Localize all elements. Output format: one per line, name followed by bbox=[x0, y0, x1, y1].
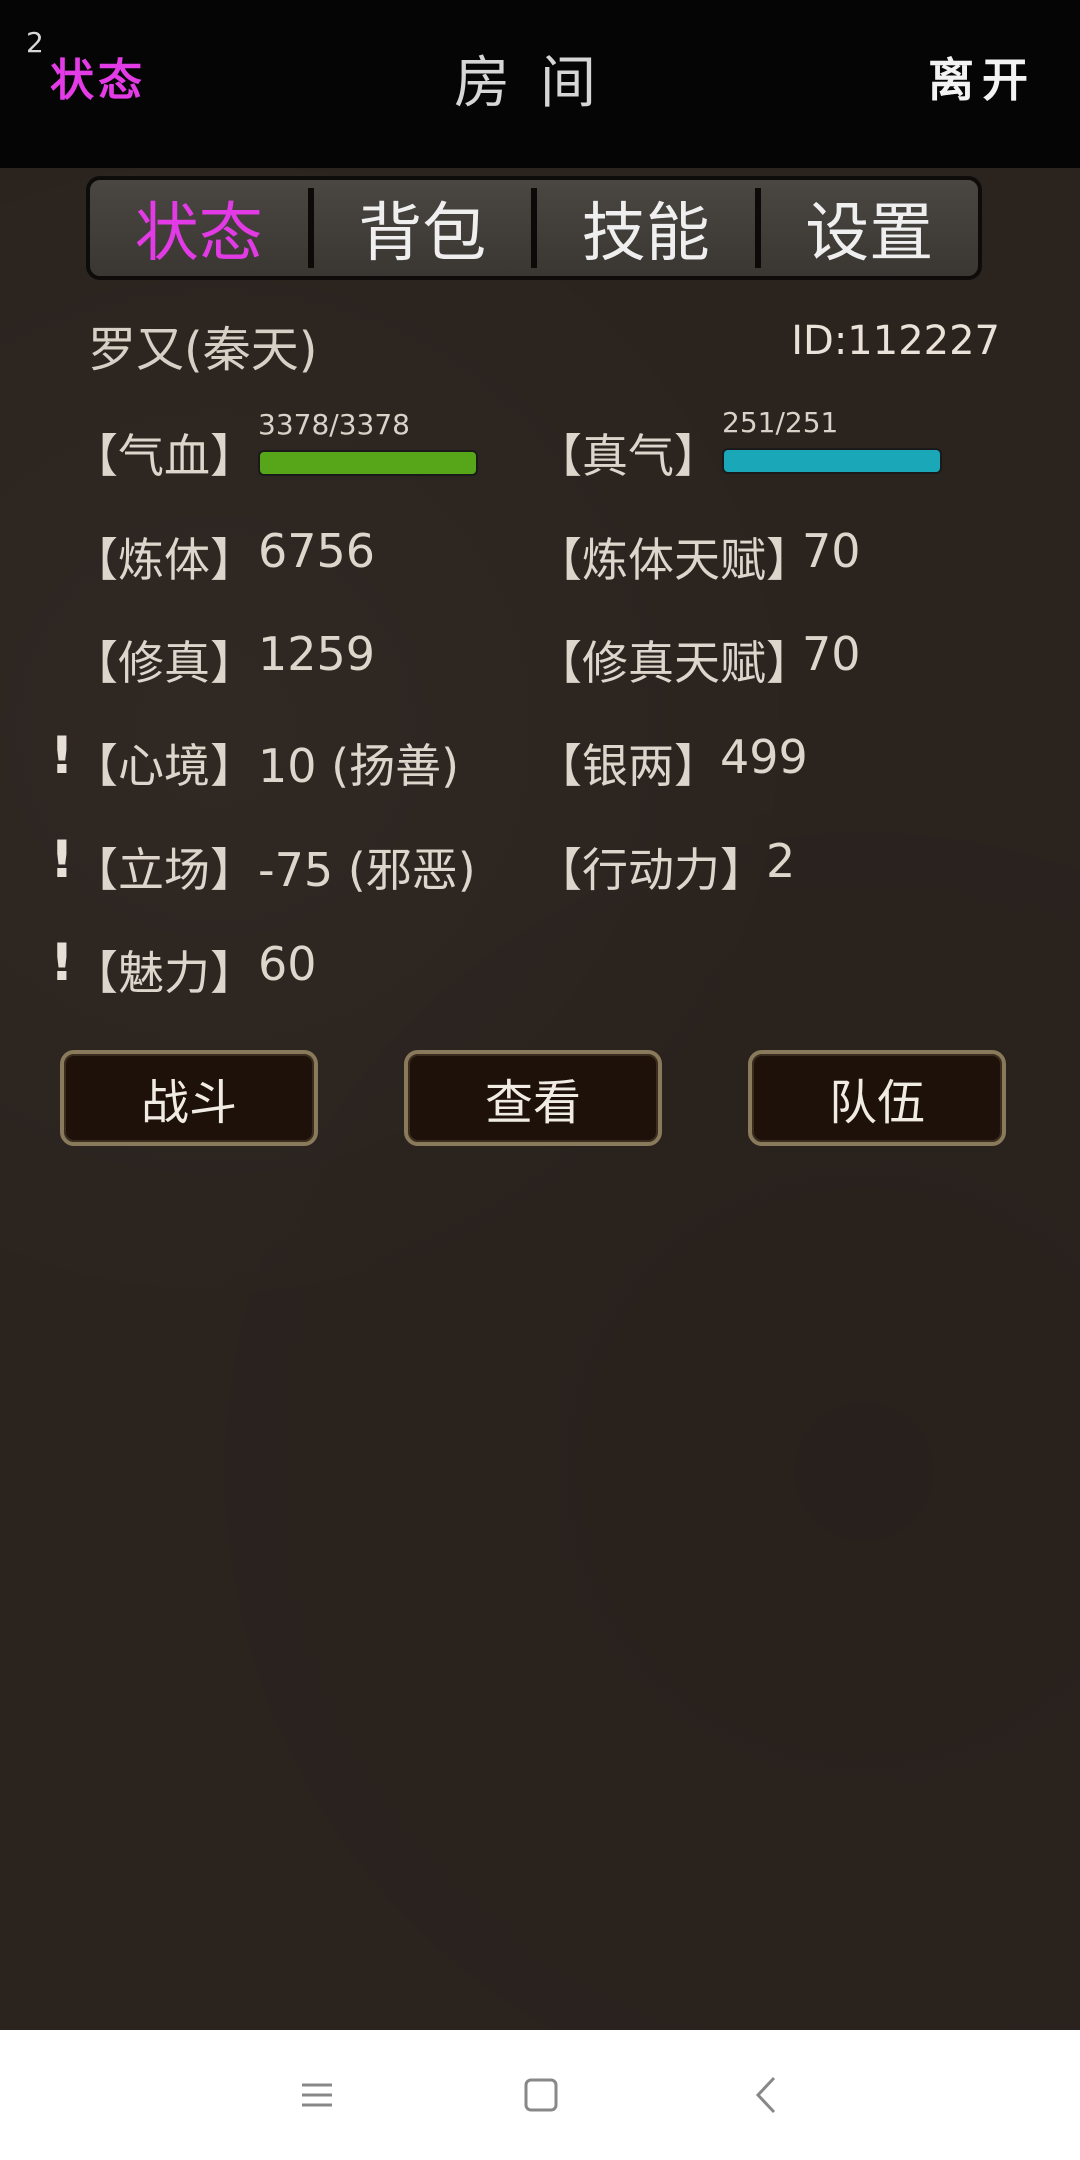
mood-warning-icon[interactable]: ! bbox=[50, 726, 74, 786]
hp-bar-fill bbox=[260, 452, 476, 474]
hp-label: 【气血】 bbox=[72, 429, 256, 483]
top-bar: 2 状态 房间 离开 bbox=[0, 0, 1080, 168]
body-label: 【炼体】 bbox=[72, 533, 256, 587]
tab-status[interactable]: 状态 bbox=[90, 180, 308, 276]
qi-value: 251/251 bbox=[722, 406, 839, 439]
mood-label: 【心境】 bbox=[72, 739, 256, 793]
qi-bar-fill bbox=[724, 450, 940, 472]
cultivation-talent-label: 【修真天赋】 bbox=[536, 636, 812, 690]
cultivation-label: 【修真】 bbox=[72, 636, 256, 690]
stance-label: 【立场】 bbox=[72, 843, 256, 897]
system-nav-bar bbox=[0, 2030, 1080, 2160]
silver-value: 499 bbox=[720, 730, 808, 784]
charm-label: 【魅力】 bbox=[72, 946, 256, 1000]
body-talent-label: 【炼体天赋】 bbox=[536, 533, 812, 587]
fight-button[interactable]: 战斗 bbox=[60, 1050, 318, 1146]
tab-skills[interactable]: 技能 bbox=[537, 180, 755, 276]
body-value: 6756 bbox=[258, 524, 376, 578]
mood-value: 10 (扬善) bbox=[258, 739, 460, 793]
action-label: 【行动力】 bbox=[536, 843, 766, 897]
player-id: ID:112227 bbox=[791, 318, 1000, 364]
view-button[interactable]: 查看 bbox=[404, 1050, 662, 1146]
action-value: 2 bbox=[766, 834, 796, 888]
leave-button[interactable]: 离开 bbox=[928, 44, 1036, 110]
back-icon[interactable] bbox=[742, 2070, 792, 2120]
cultivation-talent-value: 70 bbox=[802, 627, 861, 681]
qi-label: 【真气】 bbox=[536, 429, 720, 483]
charm-warning-icon[interactable]: ! bbox=[50, 933, 74, 993]
cultivation-value: 1259 bbox=[258, 627, 376, 681]
tab-settings[interactable]: 设置 bbox=[761, 180, 979, 276]
menu-icon[interactable] bbox=[292, 2070, 342, 2120]
hp-value: 3378/3378 bbox=[258, 408, 410, 441]
page-title: 房间 bbox=[454, 51, 626, 116]
body-talent-value: 70 bbox=[802, 524, 861, 578]
home-icon[interactable] bbox=[516, 2070, 566, 2120]
main-content: 状态 背包 技能 设置 罗又(秦天) ID:112227 【气血】 3378/3… bbox=[0, 168, 1080, 2030]
tab-bar: 状态 背包 技能 设置 bbox=[86, 176, 982, 280]
hp-bar bbox=[258, 450, 478, 476]
stance-warning-icon[interactable]: ! bbox=[50, 830, 74, 890]
player-name: 罗又(秦天) bbox=[88, 322, 318, 378]
tab-inventory[interactable]: 背包 bbox=[314, 180, 532, 276]
silver-label: 【银两】 bbox=[536, 739, 720, 793]
qi-bar bbox=[722, 448, 942, 474]
team-button[interactable]: 队伍 bbox=[748, 1050, 1006, 1146]
charm-value: 60 bbox=[258, 937, 317, 991]
stance-value: -75 (邪恶) bbox=[258, 843, 476, 897]
